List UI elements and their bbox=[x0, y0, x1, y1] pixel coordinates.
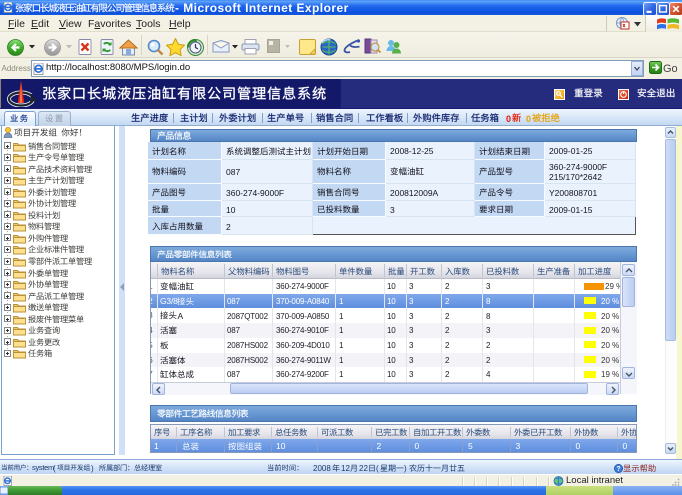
svg-text:?: ? bbox=[616, 466, 620, 473]
